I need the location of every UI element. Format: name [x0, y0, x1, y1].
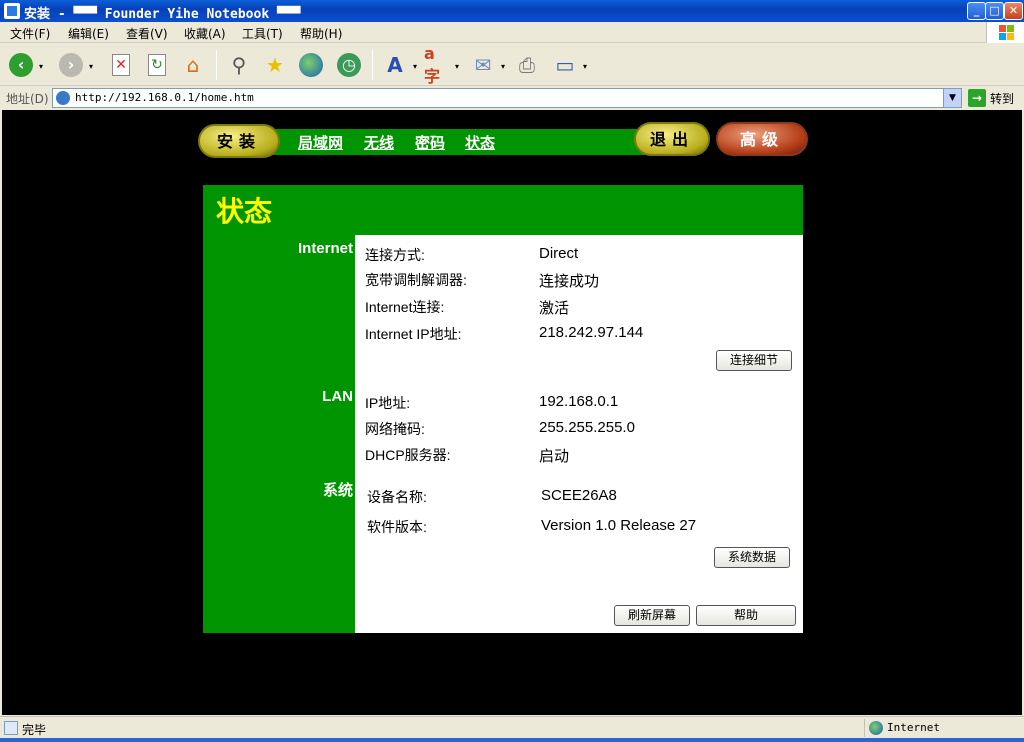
toolbar: ‹ ▾ › ▾ ✕ ↻ ⌂ ⚲ ★ ◷ A ▾ a字 ▾ ✉ ▾ ⎙ ▭ ▾	[0, 44, 1024, 86]
address-bar: 地址(D) http://192.168.0.1/home.htm ▼ → 转到	[0, 87, 1024, 109]
back-icon[interactable]: ‹ ▾	[8, 52, 43, 78]
media-icon[interactable]	[298, 52, 324, 78]
row-value: 激活	[539, 300, 570, 317]
connection-details-button[interactable]: 连接细节	[716, 350, 792, 371]
menu-help[interactable]: 帮助(H)	[300, 25, 342, 42]
go-button[interactable]: 转到	[990, 90, 1014, 107]
security-zone: Internet	[864, 719, 1022, 737]
address-label: 地址(D)	[6, 92, 49, 106]
favorites-icon[interactable]: ★	[262, 52, 288, 78]
menu-bar: 文件(F) 编辑(E) 查看(V) 收藏(A) 工具(T) 帮助(H)	[0, 22, 1024, 43]
section-system-heading: 系统	[322, 482, 353, 499]
window-title: 安装 - ▀▀▀ Founder Yihe Notebook ▀▀▀	[24, 7, 301, 22]
forward-icon[interactable]: › ▾	[58, 52, 93, 78]
maximize-button[interactable]: □	[985, 2, 1004, 20]
row-label: 网络掩码:	[365, 421, 425, 437]
status-panel: 状态 Internet LAN 系统 连接方式: Direct 宽带调制解调器:…	[203, 185, 803, 633]
title-bar: 安装 - ▀▀▀ Founder Yihe Notebook ▀▀▀ _ □ ✕	[0, 0, 1024, 22]
row-label: Internet连接:	[365, 299, 445, 315]
row-label: 设备名称:	[367, 489, 427, 505]
menu-edit[interactable]: 编辑(E)	[68, 25, 109, 42]
stop-icon[interactable]: ✕	[108, 52, 134, 78]
history-icon[interactable]: ◷	[336, 52, 362, 78]
row-label: 连接方式:	[365, 247, 425, 263]
section-internet-heading: Internet	[297, 240, 353, 257]
page-done-icon	[4, 721, 18, 735]
page-icon	[56, 91, 70, 105]
menu-tools[interactable]: 工具(T)	[242, 25, 283, 42]
row-label: IP地址:	[365, 395, 411, 411]
row-label: 软件版本:	[367, 519, 427, 535]
status-text: 完毕	[22, 723, 47, 737]
status-details: 连接方式: Direct 宽带调制解调器: 连接成功 Internet连接: 激…	[355, 235, 803, 633]
taskbar-edge	[0, 738, 1024, 742]
status-bar: 完毕 Internet	[0, 716, 1024, 738]
section-lan-heading: LAN	[322, 388, 353, 405]
encoding-icon[interactable]: a字 ▾	[424, 44, 459, 86]
search-icon[interactable]: ⚲	[226, 52, 252, 78]
print-icon[interactable]: ⎙	[514, 52, 540, 78]
row-label: Internet IP地址:	[365, 326, 462, 342]
edit-icon[interactable]: ▭ ▾	[552, 52, 587, 78]
nav-link-wireless[interactable]: 无线	[364, 132, 394, 153]
globe-icon	[869, 721, 883, 735]
help-button[interactable]: 帮助	[696, 605, 796, 626]
nav-link-password[interactable]: 密码	[415, 132, 445, 153]
windows-logo-icon	[986, 22, 1024, 43]
page-title: 状态	[216, 195, 273, 228]
menu-favorites[interactable]: 收藏(A)	[184, 25, 226, 42]
nav-link-status[interactable]: 状态	[465, 132, 495, 153]
menu-file[interactable]: 文件(F)	[10, 25, 50, 42]
row-value: Version 1.0 Release 27	[541, 517, 697, 534]
row-value: 启动	[539, 448, 570, 465]
zone-label: Internet	[887, 721, 940, 734]
mail-icon[interactable]: ✉ ▾	[470, 52, 505, 78]
home-icon[interactable]: ⌂	[180, 52, 206, 78]
go-arrow-icon[interactable]: →	[968, 89, 986, 107]
row-value: 192.168.0.1	[539, 393, 619, 410]
nav-link-lan[interactable]: 局域网	[298, 132, 343, 153]
close-button[interactable]: ✕	[1004, 2, 1023, 20]
font-icon[interactable]: A ▾	[382, 52, 417, 78]
refresh-screen-button[interactable]: 刷新屏幕	[614, 605, 690, 626]
address-url[interactable]: http://192.168.0.1/home.htm	[75, 91, 254, 104]
row-value: SCEE26A8	[541, 487, 617, 504]
row-value: 连接成功	[539, 273, 600, 290]
row-value: 255.255.255.0	[539, 419, 635, 436]
row-label: 宽带调制解调器:	[365, 272, 467, 288]
install-button[interactable]: 安装	[198, 124, 280, 158]
system-data-button[interactable]: 系统数据	[714, 547, 790, 568]
address-input[interactable]: http://192.168.0.1/home.htm ▼	[52, 88, 962, 108]
address-dropdown-icon[interactable]: ▼	[943, 89, 961, 107]
page-content: 安装 局域网 无线 密码 状态 退出 高级 状态 Internet LAN 系统…	[2, 110, 1022, 715]
refresh-icon[interactable]: ↻	[144, 52, 170, 78]
row-label: DHCP服务器:	[365, 447, 451, 463]
row-value: Direct	[539, 245, 579, 262]
minimize-button[interactable]: _	[967, 2, 986, 20]
menu-view[interactable]: 查看(V)	[126, 25, 168, 42]
logout-button[interactable]: 退出	[634, 122, 710, 156]
advanced-button[interactable]: 高级	[716, 122, 808, 156]
row-value: 218.242.97.144	[539, 324, 644, 341]
ie-window-icon	[4, 3, 20, 19]
